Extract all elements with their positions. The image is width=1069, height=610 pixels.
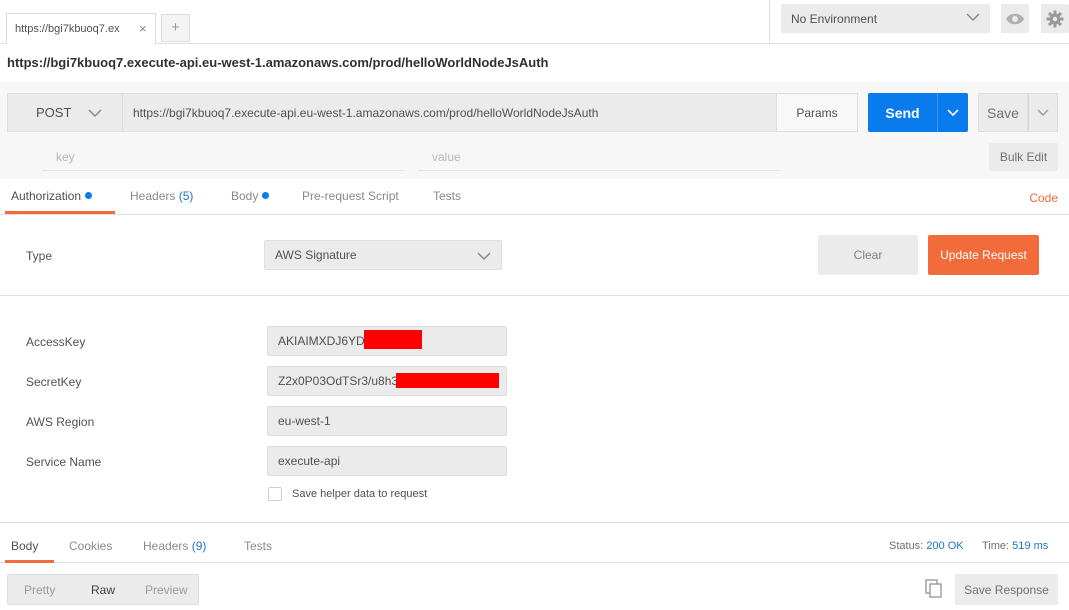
method-value: POST — [36, 105, 72, 120]
redaction-bar — [364, 330, 422, 349]
update-request-button[interactable]: Update Request — [928, 235, 1039, 275]
code-link[interactable]: Code — [1029, 191, 1058, 205]
response-format-group: Pretty Raw Preview — [7, 574, 199, 605]
access-key-input[interactable]: AKIAIMXDJ6YDF — [267, 326, 507, 356]
request-tab-title: https://bgi7kbuoq7.ex — [15, 22, 120, 35]
new-tab-button[interactable]: + — [161, 14, 190, 42]
param-key-input[interactable]: key — [42, 143, 404, 171]
send-button[interactable]: Send — [868, 93, 937, 132]
tab-authorization[interactable]: Authorization — [11, 189, 93, 203]
response-tab-headers-label: Headers — [143, 539, 189, 553]
active-tab-indicator — [5, 211, 115, 214]
params-button[interactable]: Params — [776, 93, 858, 132]
access-key-label: AccessKey — [26, 335, 86, 349]
clear-button[interactable]: Clear — [818, 235, 918, 275]
secret-key-label: SecretKey — [26, 375, 82, 389]
param-value-input[interactable]: value — [418, 143, 780, 171]
format-raw-button[interactable]: Raw — [71, 575, 134, 604]
tab-body[interactable]: Body — [231, 189, 270, 203]
format-preview-button[interactable]: Preview — [135, 575, 198, 604]
tab-tests[interactable]: Tests — [433, 189, 461, 203]
bulk-edit-button[interactable]: Bulk Edit — [989, 143, 1058, 171]
aws-region-input[interactable]: eu-west-1 — [267, 406, 507, 436]
time-value: 519 ms — [1012, 540, 1049, 552]
indicator-dot — [262, 192, 270, 199]
response-tab-tests[interactable]: Tests — [244, 539, 272, 553]
access-key-value: AKIAIMXDJ6YDF — [278, 334, 373, 348]
response-tab-body[interactable]: Body — [11, 539, 38, 553]
chevron-down-icon — [947, 108, 959, 116]
auth-type-value: AWS Signature — [275, 248, 357, 262]
save-response-button[interactable]: Save Response — [955, 574, 1058, 605]
copy-icon[interactable] — [925, 579, 943, 602]
close-tab-icon[interactable]: × — [139, 21, 147, 36]
response-status: Status: 200 OK — [889, 540, 964, 552]
status-value: 200 OK — [926, 540, 964, 552]
save-helper-checkbox[interactable] — [268, 487, 282, 501]
gear-icon — [1046, 10, 1064, 27]
tab-headers[interactable]: Headers (5) — [130, 189, 193, 203]
manage-environments-button[interactable] — [1041, 4, 1069, 33]
save-options-button[interactable] — [1028, 93, 1058, 132]
secret-key-input[interactable]: Z2x0P03OdTSr3/u8h3 — [267, 366, 507, 396]
divider — [0, 295, 1069, 296]
chevron-down-icon — [88, 109, 102, 118]
tab-pre-request-script[interactable]: Pre-request Script — [302, 189, 399, 203]
time-label: Time: — [982, 540, 1010, 552]
tab-authorization-label: Authorization — [11, 189, 82, 203]
service-name-input[interactable]: execute-api — [267, 446, 507, 476]
indicator-dot — [85, 192, 93, 199]
redaction-bar — [396, 373, 499, 388]
response-tab-cookies[interactable]: Cookies — [69, 539, 112, 553]
format-pretty-button[interactable]: Pretty — [8, 575, 71, 604]
environment-select[interactable]: No Environment — [781, 4, 990, 33]
tab-headers-count: (5) — [178, 189, 194, 203]
secret-key-value: Z2x0P03OdTSr3/u8h3 — [278, 374, 399, 388]
status-label: Status: — [889, 540, 924, 552]
response-time: Time: 519 ms — [982, 540, 1048, 552]
active-tab-indicator — [5, 560, 54, 563]
request-tabs: Authorization Headers (5) Body Pre-reque… — [0, 179, 1069, 215]
quick-look-button[interactable] — [1001, 4, 1029, 33]
chevron-down-icon — [477, 252, 491, 261]
request-tab[interactable]: https://bgi7kbuoq7.ex × — [6, 13, 156, 44]
aws-region-label: AWS Region — [26, 415, 95, 429]
method-select[interactable]: POST — [7, 93, 123, 132]
divider — [769, 0, 770, 44]
environment-select-value: No Environment — [791, 11, 878, 26]
type-label: Type — [26, 249, 53, 263]
url-input[interactable]: https://bgi7kbuoq7.execute-api.eu-west-1… — [122, 93, 777, 132]
tab-body-label: Body — [231, 189, 259, 203]
request-title: https://bgi7kbuoq7.execute-api.eu-west-1… — [7, 55, 549, 70]
tab-headers-label: Headers — [130, 189, 176, 203]
response-tab-headers-count: (9) — [191, 539, 207, 553]
eye-icon — [1006, 13, 1024, 24]
response-tabs: Body Cookies Headers (9) Tests Status: 2… — [0, 523, 1069, 563]
send-options-button[interactable] — [937, 93, 968, 132]
save-button[interactable]: Save — [978, 93, 1028, 132]
save-helper-label: Save helper data to request — [292, 488, 428, 500]
response-tab-headers[interactable]: Headers (9) — [143, 539, 206, 553]
chevron-down-icon — [1037, 109, 1049, 116]
auth-type-select[interactable]: AWS Signature — [264, 240, 502, 270]
chevron-down-icon — [966, 13, 980, 22]
service-name-label: Service Name — [26, 455, 102, 469]
